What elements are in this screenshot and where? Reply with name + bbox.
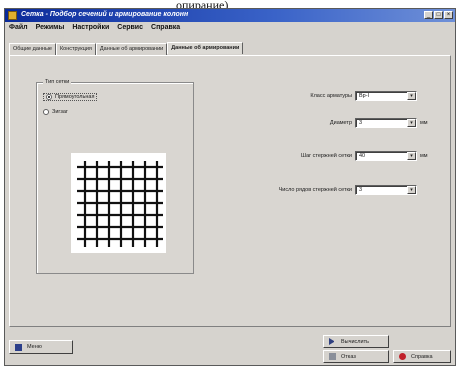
combo-value: 3: [359, 187, 363, 193]
menu-icon: [15, 343, 22, 351]
help-button-label: Справка: [411, 353, 433, 360]
tab-general[interactable]: Общие данные: [9, 43, 56, 55]
calculate-button-label: Вычислить: [341, 338, 369, 345]
menu-bar: Файл Режимы Настройки Сервис Справка: [5, 22, 455, 33]
tab-panel: Тип сетки Прямоугольная Зигзаг Класс арм…: [9, 55, 451, 327]
grid-type-label: Тип сетки: [43, 79, 72, 85]
menu-button-label: Меню: [27, 344, 42, 350]
menu-modes[interactable]: Режимы: [36, 24, 65, 31]
menu-settings[interactable]: Настройки: [72, 24, 109, 31]
field-row-count: Число рядов стержней сетки 3 ▾: [235, 185, 445, 195]
menu-button[interactable]: Меню: [9, 340, 73, 354]
tab-strip: Общие данные Конструкция Данные об армир…: [9, 42, 244, 55]
radio-zigzag-label: Зигзаг: [52, 109, 68, 115]
tab-construction[interactable]: Конструкция: [55, 43, 96, 55]
tab-reinforcement-2[interactable]: Данные об армировании: [167, 42, 244, 54]
field-unit: мм: [420, 153, 428, 159]
help-button[interactable]: Справка: [393, 350, 451, 363]
menu-service[interactable]: Сервис: [117, 24, 143, 31]
cancel-button[interactable]: Отказ: [323, 350, 389, 363]
radio-rectangular-label: Прямоугольная: [55, 94, 95, 100]
chevron-down-icon[interactable]: ▾: [407, 186, 416, 194]
app-window: Сетка - Подбор сечений и армирование кол…: [4, 8, 456, 366]
radio-rectangular[interactable]: Прямоугольная: [43, 93, 98, 101]
calculate-button[interactable]: Вычислить: [323, 335, 389, 348]
combo-value: 40: [359, 153, 366, 159]
radio-zigzag[interactable]: Зигзаг: [43, 109, 68, 115]
mesh-spacing-select[interactable]: 40 ▾: [355, 151, 417, 161]
radio-dot: [43, 109, 49, 115]
menu-file[interactable]: Файл: [9, 24, 28, 31]
chevron-down-icon[interactable]: ▾: [407, 92, 416, 100]
window-controls: _ □ ×: [424, 11, 453, 19]
mesh-drawing: [77, 161, 163, 247]
bottom-bar: Меню Вычислить Отказ Справка: [5, 332, 455, 365]
grid-preview-image: [71, 153, 166, 253]
field-mesh-spacing: Шаг стержней сетки 40 ▾ мм: [235, 151, 445, 161]
maximize-button[interactable]: □: [434, 11, 443, 19]
rebar-class-select[interactable]: Вр-I ▾: [355, 91, 417, 101]
field-label: Класс арматуры: [310, 93, 352, 99]
field-label: Число рядов стержней сетки: [278, 187, 352, 193]
combo-value: Вр-I: [359, 93, 370, 99]
radio-dot: [46, 94, 52, 100]
window-title: Сетка - Подбор сечений и армирование кол…: [21, 11, 189, 18]
field-rebar-class: Класс арматуры Вр-I ▾: [235, 91, 445, 101]
minimize-button[interactable]: _: [424, 11, 433, 19]
close-button[interactable]: ×: [444, 11, 453, 19]
combo-value: 3: [359, 120, 363, 126]
menu-help[interactable]: Справка: [151, 24, 180, 31]
play-icon: [329, 338, 336, 345]
title-bar: Сетка - Подбор сечений и армирование кол…: [5, 9, 455, 22]
tab-reinforcement-1[interactable]: Данные об армировании: [95, 43, 168, 55]
field-diameter: Диаметр 3 ▾ мм: [235, 118, 445, 128]
field-label: Диаметр: [329, 120, 352, 126]
field-unit: мм: [420, 120, 428, 126]
chevron-down-icon[interactable]: ▾: [407, 119, 416, 127]
cancel-icon: [329, 353, 336, 360]
app-icon: [8, 11, 17, 20]
row-count-select[interactable]: 3 ▾: [355, 185, 417, 195]
cancel-button-label: Отказ: [341, 353, 356, 360]
help-icon: [399, 353, 406, 360]
diameter-select[interactable]: 3 ▾: [355, 118, 417, 128]
grid-type-group: Тип сетки Прямоугольная Зигзаг: [36, 79, 194, 274]
chevron-down-icon[interactable]: ▾: [407, 152, 416, 160]
field-label: Шаг стержней сетки: [301, 153, 352, 159]
